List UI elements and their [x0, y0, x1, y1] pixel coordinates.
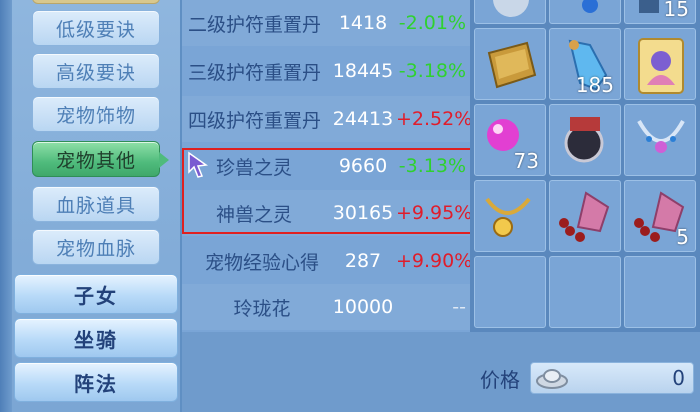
item-change: -2.01%	[398, 12, 466, 34]
list-item[interactable]: 三级护符重置丹 18445 -3.18%	[182, 48, 470, 94]
item-quantity: 15	[663, 0, 689, 21]
item-price: 9660	[338, 155, 388, 177]
item-price: 24413	[332, 108, 394, 130]
inventory-slot-empty[interactable]	[474, 256, 546, 328]
item-change: --	[452, 296, 466, 318]
sidebar-edge	[0, 0, 12, 412]
inventory-slot[interactable]	[624, 28, 696, 100]
sidebar-top-tab	[32, 0, 160, 4]
item-icon	[582, 0, 598, 13]
list-item[interactable]: 二级护符重置丹 1418 -2.01%	[182, 0, 470, 46]
list-footer	[182, 332, 470, 412]
flower-icon	[559, 191, 610, 242]
inventory-slot[interactable]: 185	[549, 28, 621, 100]
pet-card-icon	[638, 38, 684, 94]
item-name: 四级护符重置丹	[188, 109, 322, 132]
item-quantity: 185	[575, 73, 614, 97]
subcategory-high-skill-book[interactable]: 高级要诀	[32, 53, 160, 89]
inventory-slot[interactable]: 15	[624, 0, 696, 24]
subcategory-pet-other[interactable]: 宠物其他	[32, 141, 169, 177]
price-label: 价格	[480, 368, 520, 392]
inventory-slot[interactable]	[474, 0, 546, 24]
inventory-slot[interactable]	[549, 180, 621, 252]
item-price: 1418	[338, 12, 388, 34]
inventory-slot[interactable]	[474, 28, 546, 100]
subcategory-pet-accessory[interactable]: 宠物饰物	[32, 96, 160, 132]
list-item-selected[interactable]: 珍兽之灵 9660 -3.13%	[182, 143, 470, 189]
item-icon	[493, 0, 529, 17]
item-change: -3.13%	[398, 155, 466, 177]
item-change: -3.18%	[398, 60, 466, 82]
category-sidebar: 低级要诀 高级要诀 宠物饰物 宠物其他 血脉道具 宠物血脉 子女 坐骑 阵法	[0, 0, 182, 412]
item-change: +9.95%	[396, 202, 473, 224]
item-quantity: 5	[676, 225, 689, 249]
price-field[interactable]: 0	[530, 362, 694, 394]
item-change: +9.90%	[396, 250, 473, 272]
item-price: 30165	[332, 202, 394, 224]
dark-orb-icon	[564, 117, 604, 163]
item-name: 三级护符重置丹	[188, 61, 322, 84]
subcategory-pet-bloodline[interactable]: 宠物血脉	[32, 229, 160, 265]
list-item[interactable]: 宠物经验心得 287 +9.90%	[182, 238, 473, 284]
item-change: +2.52%	[396, 108, 473, 130]
gold-necklace-icon	[485, 197, 531, 237]
gold-bar-icon	[487, 41, 537, 89]
item-price: 18445	[332, 60, 394, 82]
cursor-icon	[188, 151, 209, 178]
list-item[interactable]: 四级护符重置丹 24413 +2.52%	[182, 96, 473, 142]
inventory-grid: 15 185 73 5	[470, 0, 700, 332]
item-price: 10000	[332, 296, 394, 318]
item-name: 玲珑花	[233, 297, 291, 320]
item-name: 二级护符重置丹	[188, 13, 322, 36]
item-price: 287	[344, 250, 382, 272]
subcategory-low-skill-book[interactable]: 低级要诀	[32, 10, 160, 46]
item-quantity: 73	[513, 149, 539, 173]
inventory-slot[interactable]	[549, 0, 621, 24]
inventory-slot[interactable]	[624, 104, 696, 176]
price-value: 0	[672, 366, 685, 390]
silver-ingot-icon	[536, 369, 568, 389]
pet-market-panel: 低级要诀 高级要诀 宠物饰物 宠物其他 血脉道具 宠物血脉 子女 坐骑 阵法 二…	[0, 0, 700, 412]
category-mount[interactable]: 坐骑	[14, 318, 178, 358]
inventory-slot[interactable]	[474, 180, 546, 252]
category-formation[interactable]: 阵法	[14, 362, 178, 402]
list-item[interactable]: 玲珑花 10000 --	[182, 284, 470, 330]
list-item-selected[interactable]: 神兽之灵 30165 +9.95%	[182, 190, 473, 236]
inventory-slot[interactable]	[549, 104, 621, 176]
necklace-icon	[637, 120, 685, 153]
category-children[interactable]: 子女	[14, 274, 178, 314]
item-name: 宠物经验心得	[204, 251, 319, 274]
inventory-slot-empty[interactable]	[624, 256, 696, 328]
subcategory-bloodline-item[interactable]: 血脉道具	[32, 186, 160, 222]
inventory-slot[interactable]: 5	[624, 180, 696, 252]
inventory-slot[interactable]: 73	[474, 104, 546, 176]
inventory-slot-empty[interactable]	[549, 256, 621, 328]
item-list: 二级护符重置丹 1418 -2.01% 三级护符重置丹 18445 -3.18%…	[182, 0, 473, 332]
